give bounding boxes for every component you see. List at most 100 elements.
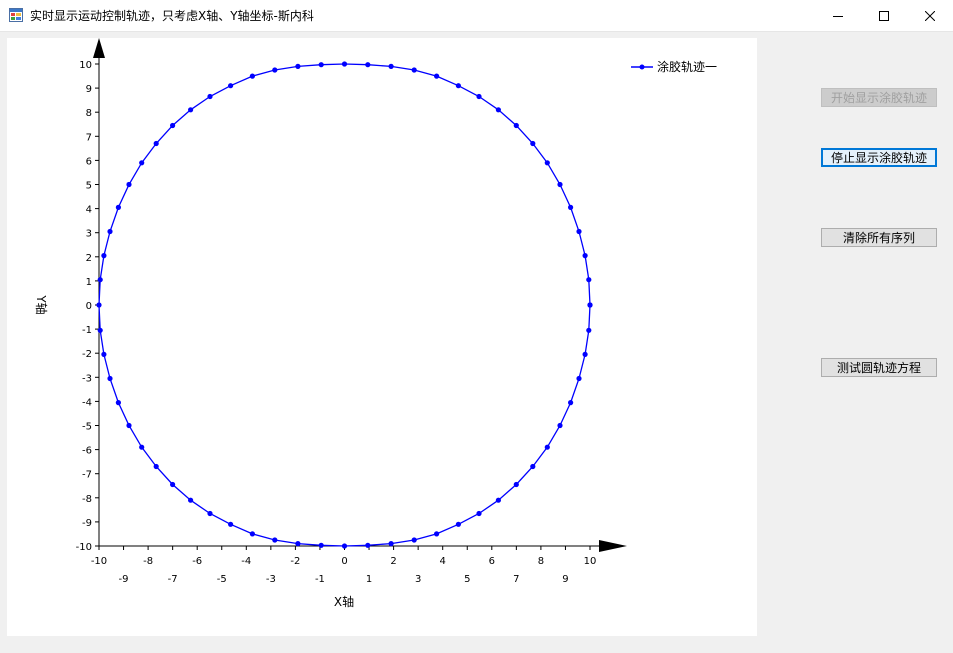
x-tick-label: 6: [489, 556, 495, 567]
y-tick-label: 10: [79, 60, 92, 71]
trajectory-chart: 109876543210-1-2-3-4-5-6-7-8-9-10-10 -8 -6…: [34, 38, 717, 609]
data-point: [228, 521, 234, 527]
x-tick-label: -2: [290, 556, 300, 567]
x-tick-label: -3: [266, 574, 276, 585]
minimize-button[interactable]: [815, 0, 861, 31]
data-point: [587, 302, 593, 308]
data-point: [434, 531, 440, 537]
data-point: [107, 375, 113, 382]
data-point: [582, 351, 588, 357]
data-point: [582, 253, 588, 259]
chart-panel: 10 9 8 7 6 5 4 3 2 1 0 -1 -2 -3 -4 -5 -6 -7 -8 -9 -10 -10 -8 -6…: [7, 38, 757, 636]
data-point: [341, 543, 348, 549]
data-point: [249, 73, 255, 79]
data-point: [455, 83, 461, 89]
start-display-button[interactable]: 开始显示涂胶轨迹: [821, 88, 937, 107]
x-tick-label: -10: [91, 556, 107, 567]
data-point: [513, 481, 519, 488]
data-point: [530, 463, 536, 470]
data-point: [388, 63, 394, 69]
y-tick-label: 6: [86, 156, 92, 167]
data-point: [576, 375, 582, 382]
y-tick-label: 8: [86, 108, 92, 119]
x-tick-label: 3: [415, 574, 421, 585]
data-point: [97, 327, 103, 333]
data-point: [495, 107, 501, 113]
x-tick-label: 4: [440, 556, 446, 567]
data-point: [318, 542, 324, 548]
x-tick-label: 5: [464, 574, 470, 585]
y-tick-label: -10: [76, 542, 92, 553]
data-point: [365, 542, 371, 548]
data-point: [434, 73, 440, 79]
data-point: [126, 181, 132, 188]
close-button[interactable]: [907, 0, 953, 31]
stop-display-button[interactable]: 停止显示涂胶轨迹: [821, 148, 937, 167]
y-tick-label: 1: [86, 277, 92, 288]
maximize-button[interactable]: [861, 0, 907, 31]
x-axis-arrow: [599, 540, 627, 552]
data-point: [557, 422, 563, 429]
window-title: 实时显示运动控制轨迹，只考虑X轴、Y轴坐标-斯内科: [30, 9, 314, 23]
x-tick-label: -9: [119, 574, 129, 585]
data-point: [476, 510, 482, 517]
data-point: [272, 537, 278, 543]
data-point: [568, 204, 574, 210]
x-tick-label: -6: [192, 556, 202, 567]
data-point: [411, 67, 417, 73]
y-tick-label: 3: [86, 229, 92, 240]
data-point: [188, 497, 194, 503]
y-tick-label: -3: [82, 373, 92, 384]
data-point: [568, 400, 574, 406]
test-circle-button[interactable]: 测试圆轨迹方程: [821, 358, 937, 377]
y-tick-label: -2: [82, 349, 92, 360]
data-point: [153, 463, 159, 470]
title-bar[interactable]: 实时显示运动控制轨迹，只考虑X轴、Y轴坐标-斯内科: [0, 0, 953, 32]
data-point: [388, 541, 394, 547]
data-point: [318, 62, 324, 68]
data-point: [228, 83, 234, 89]
data-point: [544, 444, 550, 450]
y-tick-label: -4: [82, 397, 92, 408]
windows-form-icon: [9, 8, 23, 22]
x-tick-label: 2: [390, 556, 396, 567]
clear-series-button[interactable]: 清除所有序列: [821, 228, 937, 247]
x-tick-label: -1: [315, 574, 325, 585]
data-point: [249, 531, 255, 537]
x-tick-label: -8: [143, 556, 153, 567]
legend: 涂胶轨迹一: [631, 59, 717, 74]
y-tick-label: 0: [86, 301, 92, 312]
data-point: [153, 140, 159, 147]
x-tick-label: 8: [538, 556, 544, 567]
close-icon: [925, 10, 935, 21]
x-tick-label: -7: [168, 574, 178, 585]
data-point: [115, 204, 121, 210]
data-point: [455, 521, 461, 527]
data-point: [207, 510, 213, 517]
data-point: [170, 481, 176, 488]
y-tick-label: -8: [82, 494, 92, 505]
data-point: [272, 67, 278, 73]
x-axis-title: X轴: [334, 594, 354, 609]
y-tick-label: -9: [82, 518, 92, 529]
data-point: [586, 327, 592, 333]
data-point: [411, 537, 417, 543]
data-point: [530, 140, 536, 147]
data-point: [126, 422, 132, 429]
data-point: [139, 444, 145, 450]
x-tick-label: -5: [217, 574, 227, 585]
data-point: [295, 541, 301, 547]
data-point: [207, 93, 213, 100]
data-point: [97, 277, 103, 283]
data-point: [115, 400, 121, 406]
data-point: [576, 228, 582, 235]
data-point: [101, 253, 107, 259]
x-tick-label: 0: [341, 556, 347, 567]
legend-marker: [639, 64, 645, 70]
x-tick-label: 9: [562, 574, 568, 585]
y-tick-label: 9: [86, 84, 92, 95]
y-tick-label: -7: [82, 470, 92, 481]
minimize-icon: [833, 15, 843, 17]
data-point: [341, 61, 348, 67]
y-tick-label: -1: [82, 325, 92, 336]
